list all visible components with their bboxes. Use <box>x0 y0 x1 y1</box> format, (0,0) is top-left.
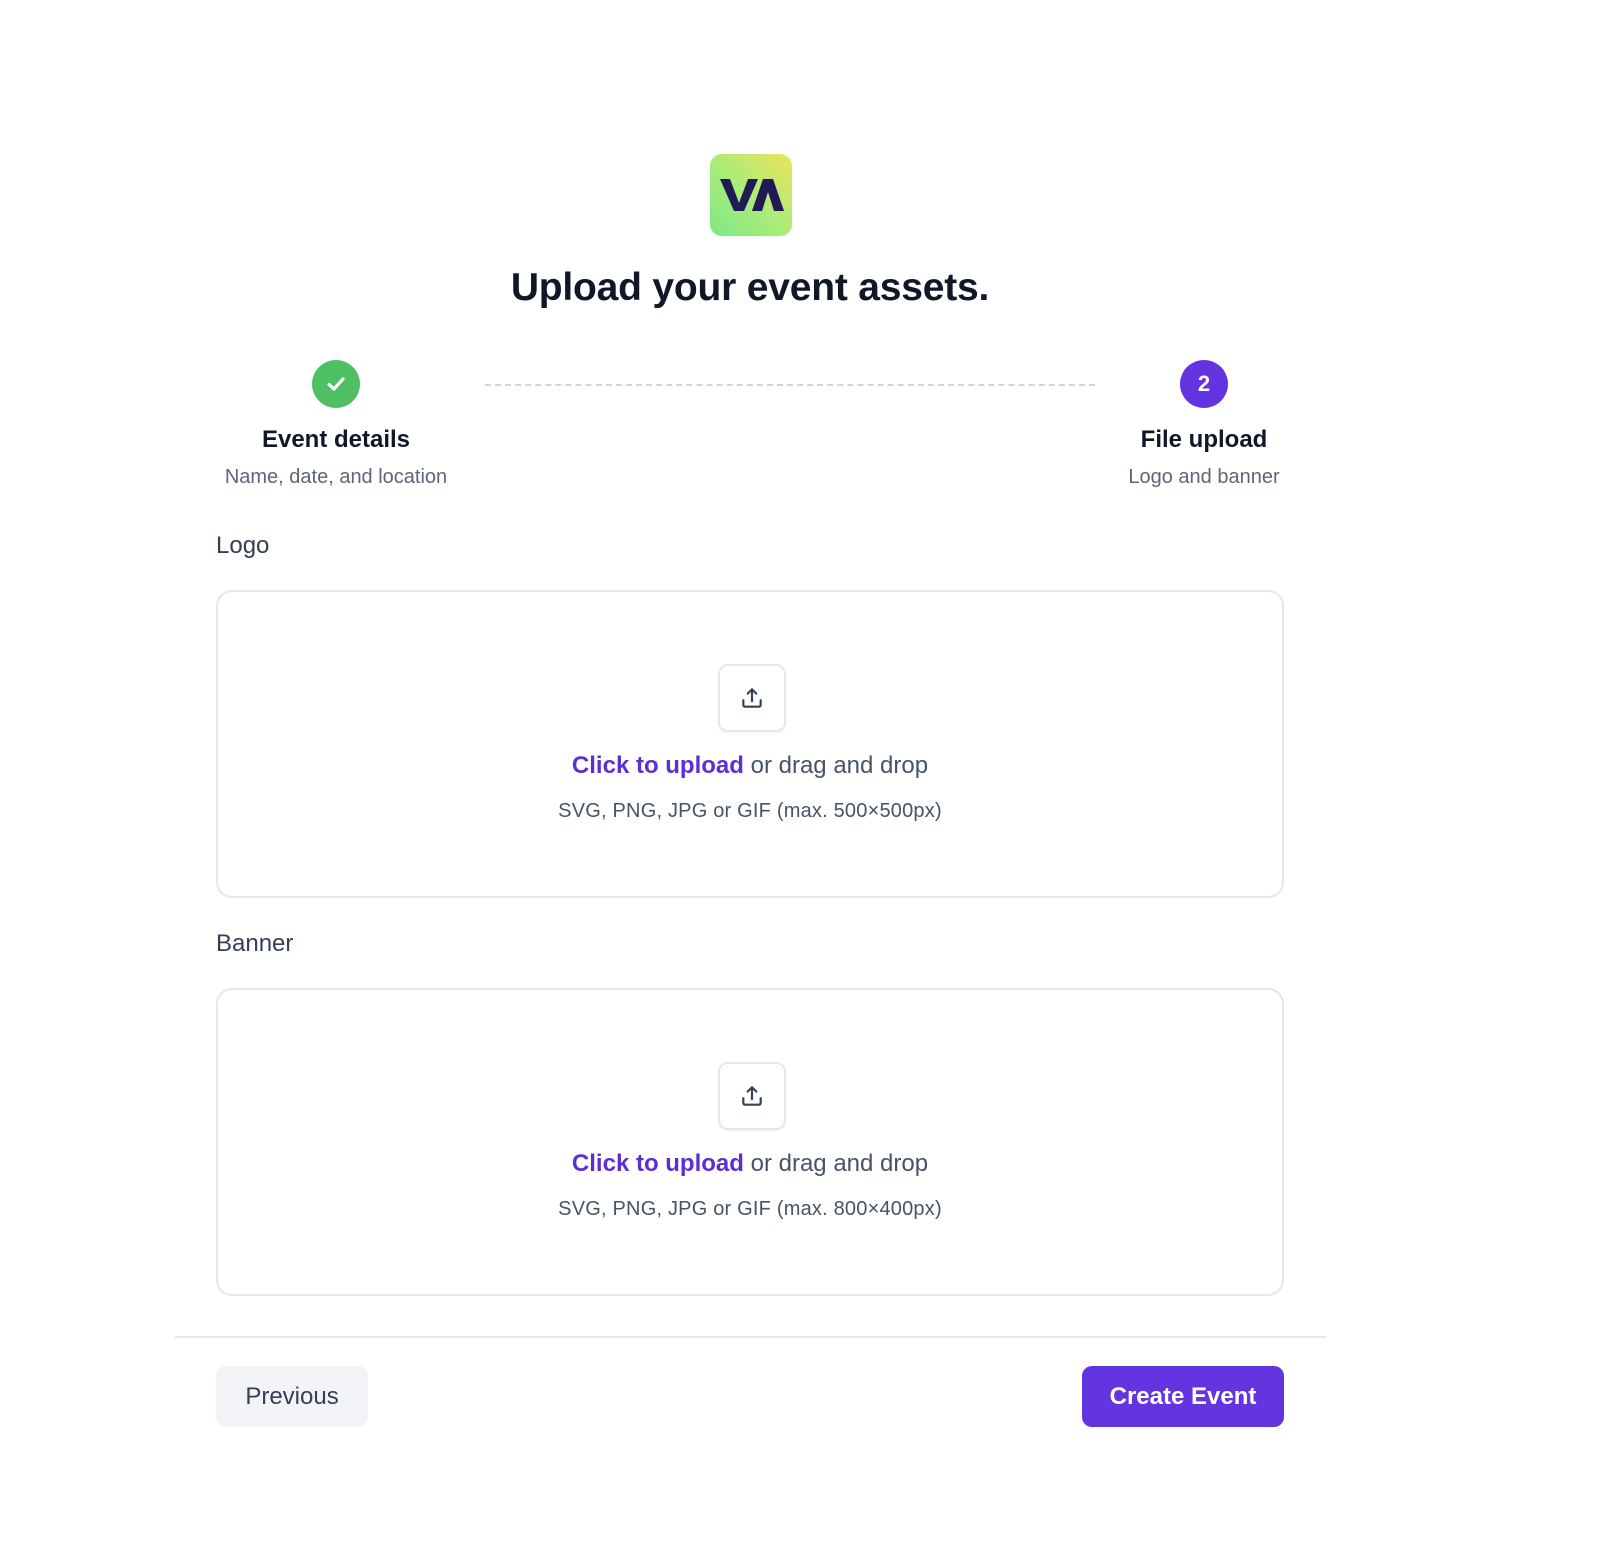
logo-upload-instructions: Click to upload or drag and drop <box>218 752 1282 780</box>
logo-click-to-upload-link[interactable]: Click to upload <box>572 752 744 779</box>
step-subtitle: Logo and banner <box>1128 466 1280 488</box>
create-event-button[interactable]: Create Event <box>1082 1366 1284 1427</box>
stepper-connector <box>485 384 1095 386</box>
step-event-details[interactable]: Event details Name, date, and location <box>196 360 476 489</box>
logo-file-hint: SVG, PNG, JPG or GIF (max. 500×500px) <box>558 800 942 822</box>
logo-field-label: Logo <box>216 532 270 559</box>
upload-icon <box>742 1086 762 1106</box>
logo-upload-icon-button[interactable] <box>718 664 786 732</box>
logo-dropzone[interactable]: Click to upload or drag and drop SVG, PN… <box>216 590 1284 898</box>
footer-divider <box>175 1336 1326 1338</box>
page-title: Upload your event assets. <box>510 266 990 309</box>
step-title: File upload <box>1140 426 1268 453</box>
banner-field-label: Banner <box>216 930 294 957</box>
drag-drop-text: or drag and drop <box>743 1150 929 1177</box>
va-logo-icon <box>710 154 792 236</box>
step-file-upload[interactable]: 2 File upload Logo and banner <box>1064 360 1344 489</box>
banner-upload-icon-button[interactable] <box>718 1062 786 1130</box>
banner-dropzone[interactable]: Click to upload or drag and drop SVG, PN… <box>216 988 1284 1296</box>
step-number-badge: 2 <box>1180 360 1228 408</box>
banner-file-hint: SVG, PNG, JPG or GIF (max. 800×400px) <box>558 1198 942 1220</box>
previous-button[interactable]: Previous <box>216 1366 368 1427</box>
page: Upload your event assets. Event details … <box>0 0 1600 1566</box>
step-completed-badge <box>312 360 360 408</box>
check-icon <box>327 377 345 391</box>
banner-upload-instructions: Click to upload or drag and drop <box>218 1150 1282 1178</box>
step-subtitle: Name, date, and location <box>224 466 448 488</box>
upload-icon <box>742 688 762 708</box>
step-title: Event details <box>261 426 411 453</box>
drag-drop-text: or drag and drop <box>743 752 929 779</box>
banner-click-to-upload-link[interactable]: Click to upload <box>572 1150 744 1177</box>
